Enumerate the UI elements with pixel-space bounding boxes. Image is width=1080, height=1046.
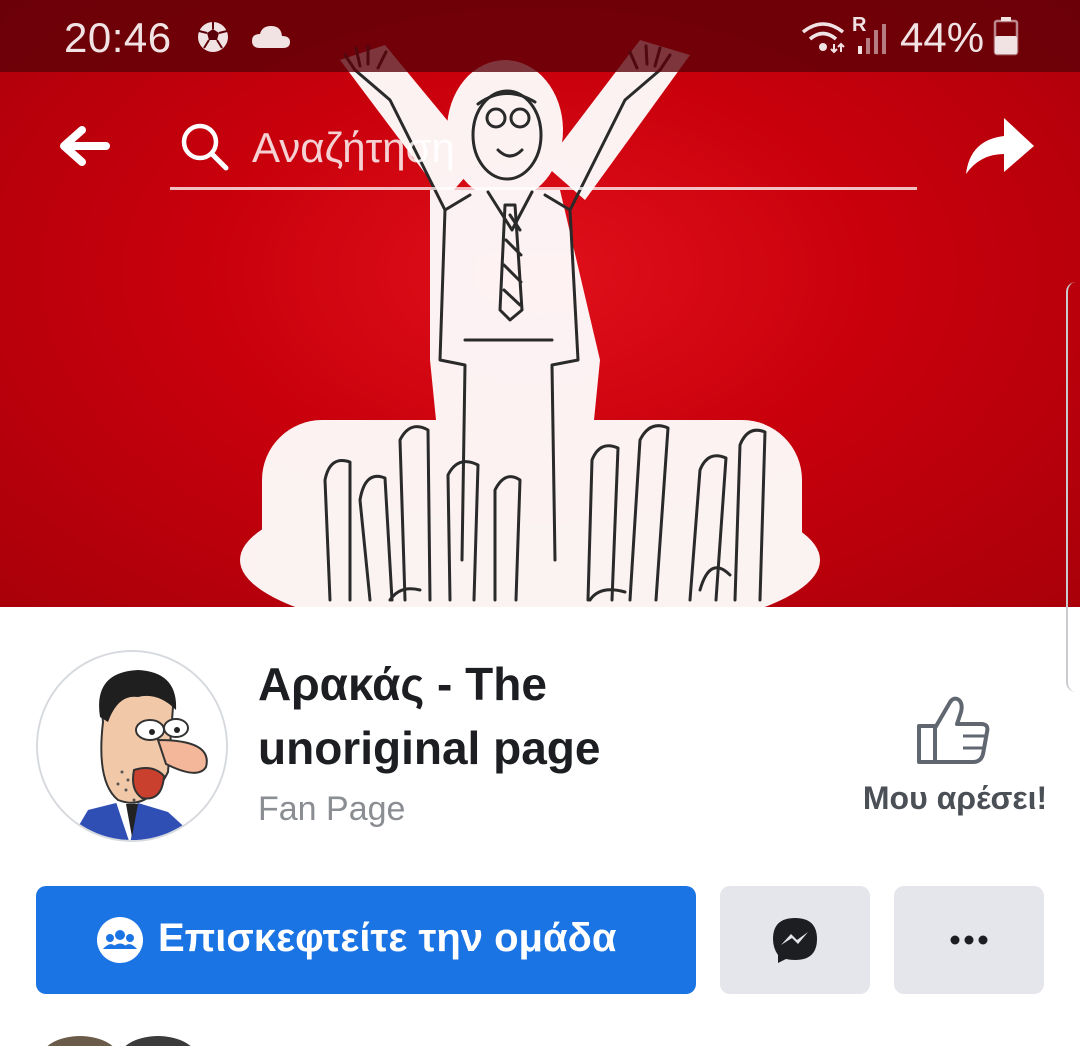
thumbs-up-icon [840, 694, 1070, 766]
avatar-cartoon [38, 652, 226, 840]
battery-icon [992, 16, 1020, 61]
like-label: Μου αρέσει! [862, 780, 1048, 816]
search-input[interactable]: Αναζήτηση [252, 124, 455, 172]
cloud-icon [250, 24, 292, 55]
status-bar: 20:46 R 44% [0, 0, 1080, 72]
visit-group-button[interactable]: Επισκεφτείτε την ομάδα [36, 886, 696, 994]
more-dots-icon [950, 935, 988, 945]
soccer-ball-icon [196, 20, 230, 59]
wifi-icon [800, 20, 846, 59]
more-options-button[interactable] [894, 886, 1044, 994]
page-title: Αρακάς - The unoriginal page [258, 658, 601, 774]
share-arrow-icon [966, 118, 1034, 174]
battery-percent: 44% [900, 14, 985, 61]
message-button[interactable] [720, 886, 870, 994]
messenger-icon [773, 918, 817, 963]
arrow-left-icon [60, 126, 110, 166]
scroll-indicator[interactable] [1066, 282, 1080, 692]
cover-illustration [240, 40, 820, 607]
status-time: 20:46 [64, 14, 172, 61]
like-button[interactable]: Μου αρέσει! [840, 690, 1070, 830]
group-icon [96, 916, 144, 969]
share-button[interactable] [960, 108, 1040, 182]
signal-icon [854, 22, 888, 61]
cover-photo[interactable] [0, 0, 1080, 607]
next-section-partial [0, 1030, 1080, 1046]
search-bar[interactable]: Αναζήτηση [170, 108, 917, 190]
search-icon [178, 120, 234, 181]
page-category: Fan Page [258, 790, 406, 828]
avatar[interactable] [36, 650, 228, 842]
back-button[interactable] [52, 116, 116, 180]
visit-group-label: Επισκεφτείτε την ομάδα [158, 916, 617, 960]
